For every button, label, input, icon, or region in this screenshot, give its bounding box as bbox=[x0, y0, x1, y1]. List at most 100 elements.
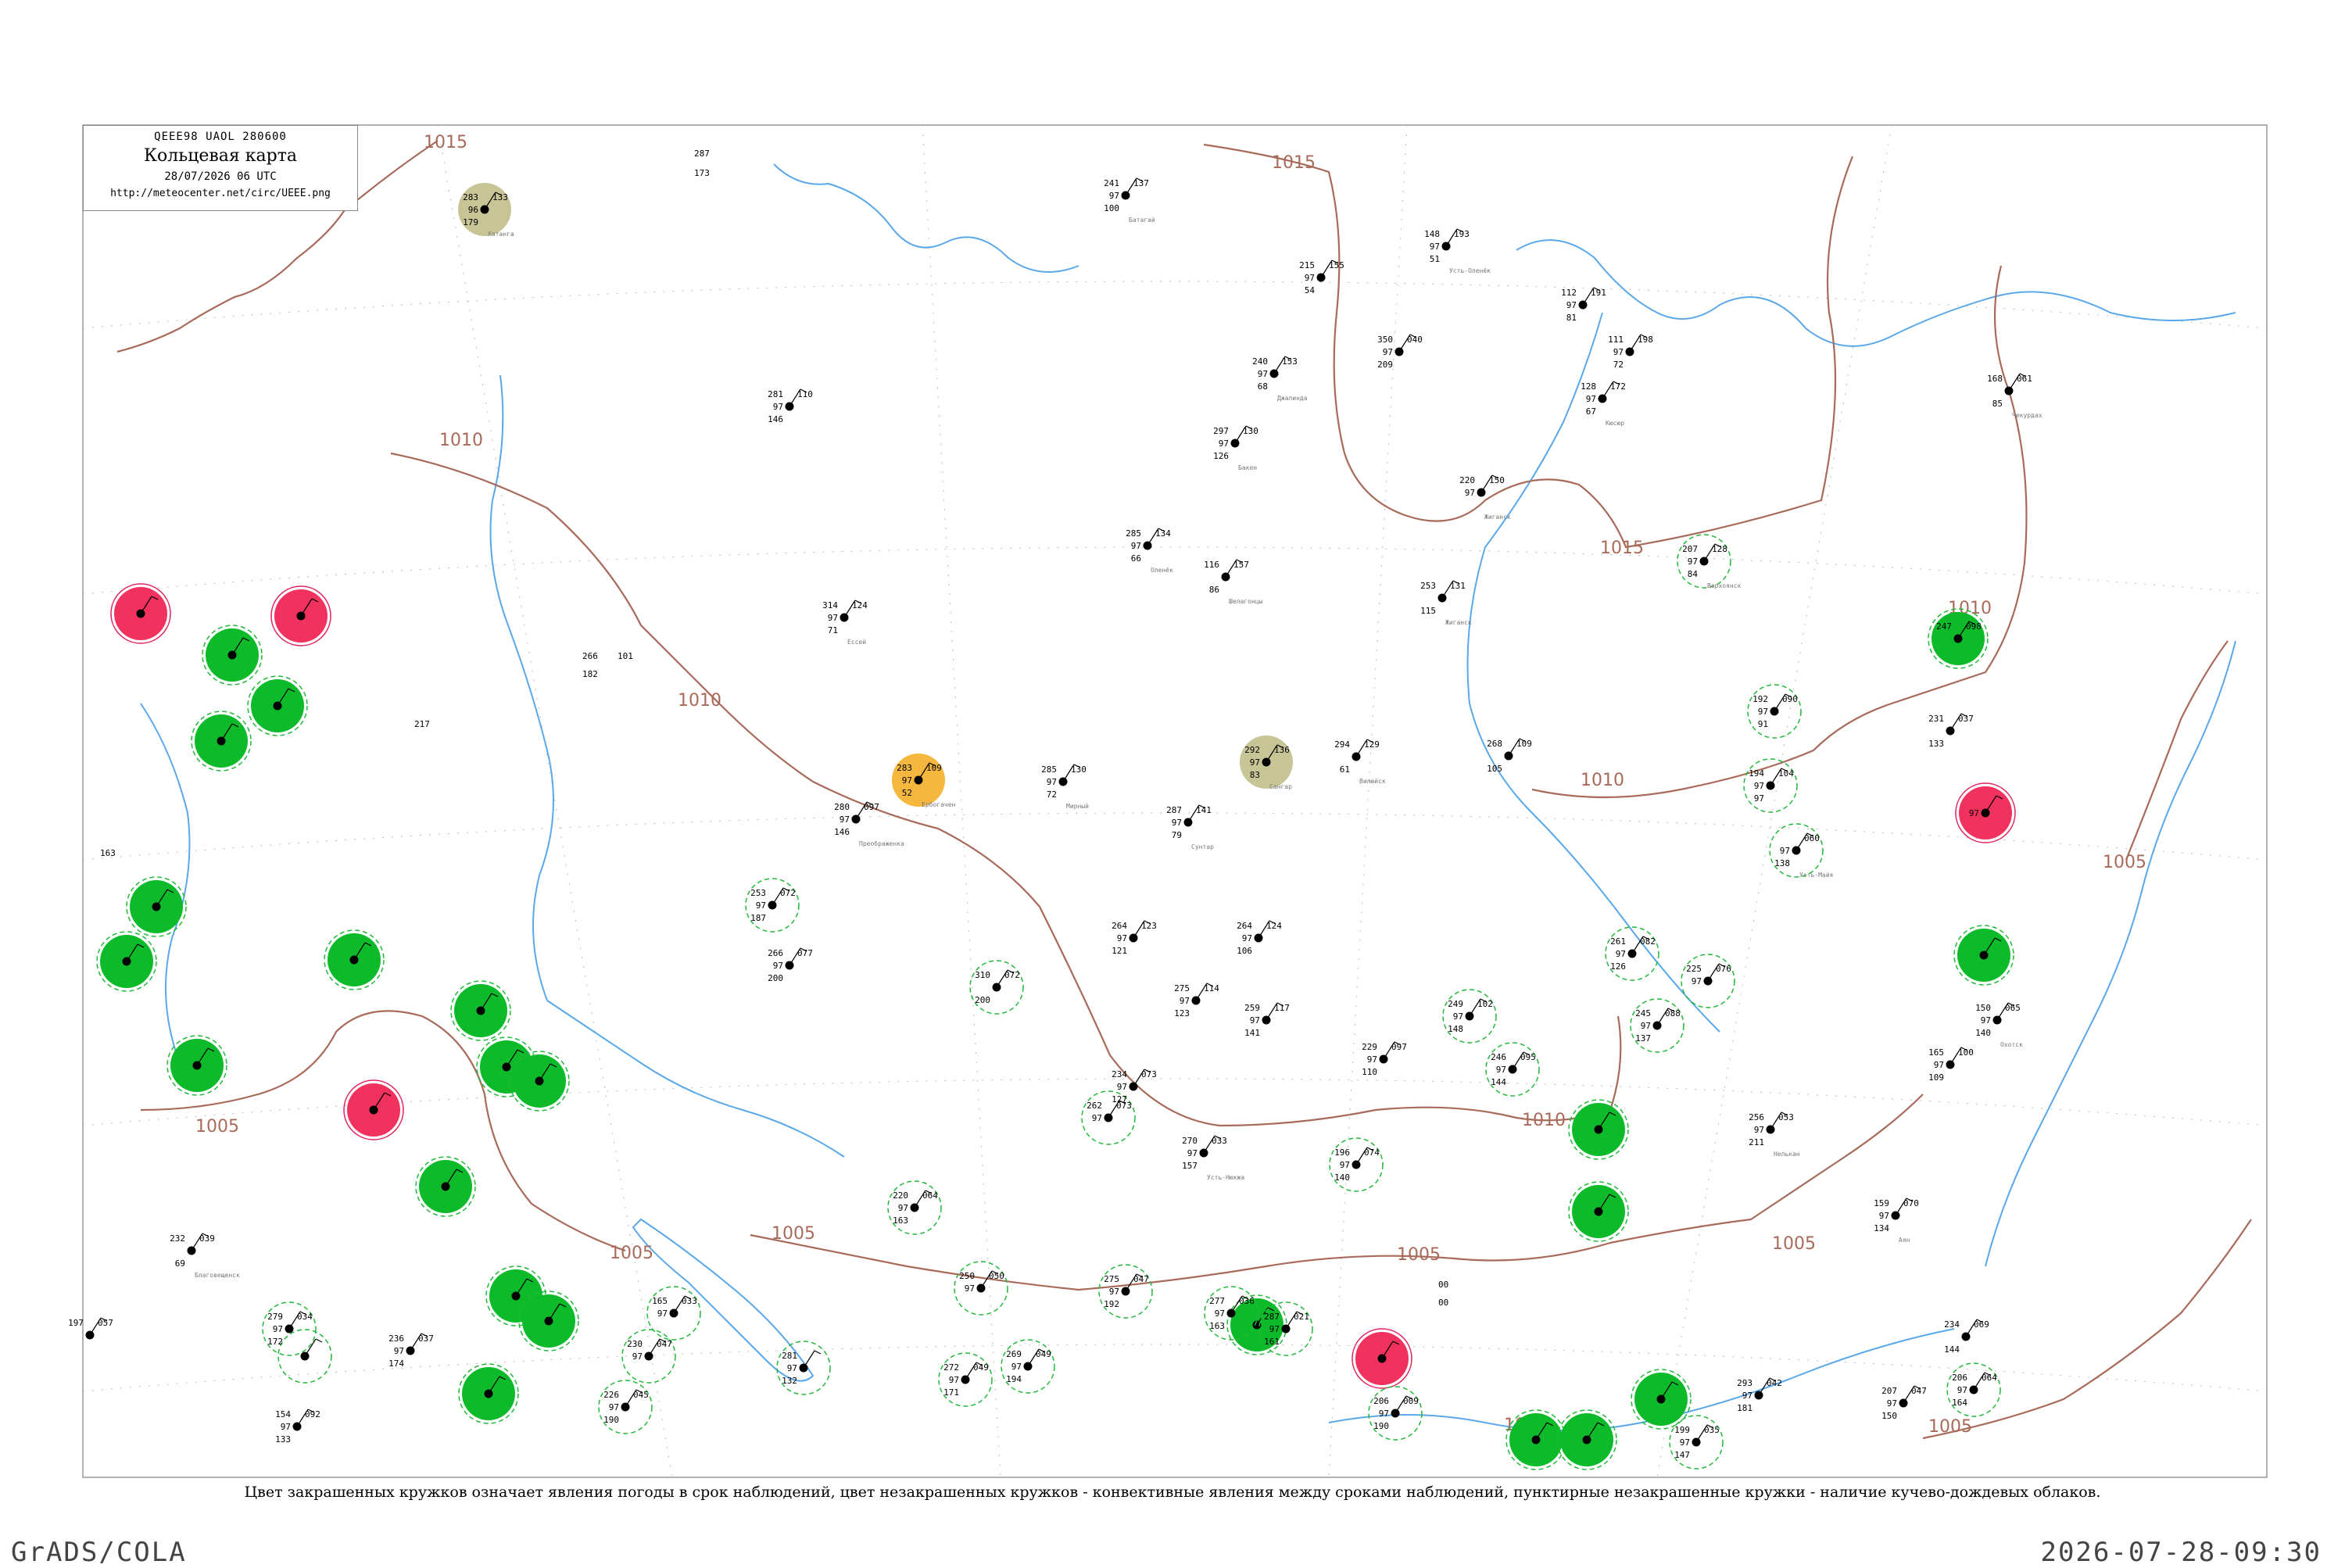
station-visibility: 97 bbox=[1305, 273, 1315, 283]
station-temperature: 314 bbox=[822, 600, 838, 610]
station-name: Сангар bbox=[1269, 783, 1292, 790]
station-temperature: 245 bbox=[1635, 1008, 1651, 1018]
station-pressure: 072 bbox=[1004, 970, 1020, 980]
station-temperature: 256 bbox=[1749, 1112, 1764, 1122]
station-temperature: 253 bbox=[750, 888, 766, 898]
station-temperature: 116 bbox=[1204, 560, 1219, 570]
station-dewpoint: 91 bbox=[1758, 719, 1768, 729]
map-url[interactable]: http://meteocenter.net/circ/UEEE.png bbox=[84, 188, 357, 199]
station-visibility: 97 bbox=[902, 775, 912, 786]
station-dewpoint: 67 bbox=[1586, 406, 1596, 417]
station-visibility: 97 bbox=[965, 1283, 975, 1294]
station-dewpoint: 172 bbox=[267, 1337, 283, 1347]
station-visibility: 97 bbox=[949, 1375, 959, 1385]
station-visibility: 97 bbox=[1219, 439, 1229, 449]
station-pressure: 130 bbox=[1243, 426, 1258, 436]
station-name: Вилюйск bbox=[1359, 778, 1386, 785]
station-visibility: 97 bbox=[1117, 933, 1127, 943]
station-pressure: 114 bbox=[1204, 983, 1219, 993]
station-dewpoint: 190 bbox=[1373, 1421, 1389, 1431]
station-plot[interactable] bbox=[1352, 1328, 1412, 1389]
station-dewpoint: 109 bbox=[1928, 1072, 1944, 1083]
station-dewpoint: 144 bbox=[1491, 1077, 1506, 1087]
isobar-label: 1005 bbox=[1397, 1245, 1441, 1265]
station-temperature: 292 bbox=[1244, 745, 1260, 755]
station-pressure: 040 bbox=[1407, 335, 1423, 345]
station-dewpoint: 83 bbox=[1250, 770, 1260, 780]
station-temperature: 231 bbox=[1928, 714, 1944, 724]
station-temperature: 220 bbox=[1459, 475, 1475, 485]
station-temperature: 279 bbox=[267, 1312, 283, 1322]
station-temperature: 197 bbox=[68, 1318, 84, 1328]
station-temperature: 275 bbox=[1104, 1274, 1119, 1284]
isobar-label: 1005 bbox=[1772, 1234, 1816, 1254]
station-pressure: 049 bbox=[1036, 1349, 1051, 1359]
station-dewpoint: 61 bbox=[1340, 764, 1350, 775]
station-pressure: 124 bbox=[1266, 921, 1282, 931]
station-pressure: 100 bbox=[1958, 1047, 1974, 1058]
station-pressure: 104 bbox=[1778, 768, 1794, 779]
station-pressure: 077 bbox=[797, 948, 813, 958]
station-pressure: 191 bbox=[1591, 288, 1606, 298]
station-visibility: 97 bbox=[1692, 976, 1702, 986]
station-dewpoint: 200 bbox=[975, 995, 990, 1005]
station-name: Чекурдах bbox=[2012, 412, 2042, 419]
station-visibility: 97 bbox=[1496, 1065, 1506, 1075]
station-dewpoint: 147 bbox=[1674, 1450, 1690, 1460]
station-temperature: 234 bbox=[1944, 1319, 1960, 1330]
station-dewpoint: 133 bbox=[275, 1434, 291, 1444]
station-pressure: 074 bbox=[1364, 1147, 1380, 1158]
station-plot[interactable] bbox=[270, 585, 331, 646]
station-visibility: 97 bbox=[1879, 1211, 1889, 1221]
station-plot[interactable]: 97 bbox=[1955, 782, 2016, 843]
station-dewpoint: 51 bbox=[1430, 254, 1440, 264]
station-visibility: 97 bbox=[1616, 949, 1626, 959]
station-temperature: 280 bbox=[834, 802, 850, 812]
map-number-label: 217 bbox=[414, 719, 430, 729]
station-pressure: 157 bbox=[1233, 560, 1249, 570]
station-dewpoint: 148 bbox=[1448, 1024, 1463, 1034]
station-pressure: 060 bbox=[1804, 833, 1820, 843]
station-temperature: 240 bbox=[1252, 356, 1268, 367]
station-pressure: 033 bbox=[1212, 1136, 1227, 1146]
station-name: Хатанга bbox=[488, 231, 514, 238]
station-visibility: 97 bbox=[773, 961, 783, 971]
station-visibility: 97 bbox=[1047, 777, 1057, 787]
station-plot[interactable] bbox=[343, 1079, 404, 1140]
map-number-label: 266 bbox=[582, 651, 598, 661]
isobar-label: 1010 bbox=[678, 691, 721, 711]
station-temperature: 264 bbox=[1112, 921, 1127, 931]
station-temperature: 272 bbox=[943, 1362, 959, 1373]
station-temperature: 229 bbox=[1362, 1042, 1377, 1052]
station-dewpoint: 121 bbox=[1112, 946, 1127, 956]
station-pressure: 150 bbox=[1489, 475, 1505, 485]
station-temperature: 165 bbox=[1928, 1047, 1944, 1058]
isobar-label: 1010 bbox=[1522, 1111, 1566, 1130]
station-visibility: 97 bbox=[1131, 541, 1141, 551]
station-dewpoint: 141 bbox=[1244, 1028, 1260, 1038]
station-dewpoint: 110 bbox=[1362, 1067, 1377, 1077]
station-dewpoint: 54 bbox=[1305, 285, 1316, 295]
station-temperature: 293 bbox=[1737, 1378, 1752, 1388]
station-temperature: 225 bbox=[1686, 964, 1702, 974]
station-dewpoint: 144 bbox=[1944, 1344, 1960, 1355]
isobar-label: 1010 bbox=[439, 431, 483, 450]
station-dewpoint: 163 bbox=[1209, 1321, 1225, 1331]
station-name: Батагай bbox=[1129, 217, 1155, 224]
station-pressure: 153 bbox=[1282, 356, 1298, 367]
station-visibility: 97 bbox=[1242, 933, 1252, 943]
station-name: Кюсюр bbox=[1606, 420, 1624, 427]
station-pressure: 047 bbox=[657, 1339, 672, 1349]
station-temperature: 277 bbox=[1209, 1296, 1225, 1306]
station-visibility: 97 bbox=[1092, 1113, 1102, 1123]
station-visibility: 97 bbox=[657, 1308, 668, 1319]
station-temperature: 253 bbox=[1420, 581, 1436, 591]
station-temperature: 283 bbox=[897, 763, 912, 773]
station-dewpoint: 146 bbox=[768, 414, 783, 424]
station-visibility: 97 bbox=[1187, 1148, 1198, 1158]
station-plot[interactable] bbox=[110, 583, 171, 644]
station-dewpoint: 134 bbox=[1874, 1223, 1889, 1233]
station-temperature: 259 bbox=[1244, 1003, 1260, 1013]
station-visibility: 97 bbox=[1109, 1287, 1119, 1297]
station-pressure: 042 bbox=[1767, 1378, 1782, 1388]
